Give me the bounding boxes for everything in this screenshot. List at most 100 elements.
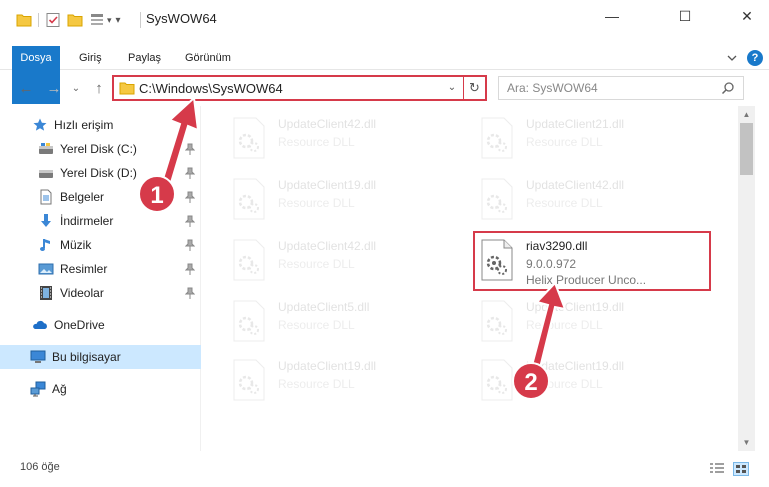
dll-file-icon	[481, 300, 513, 342]
file-item[interactable]: UpdateClient42.dll Resource DLL	[216, 233, 448, 291]
sidebar-item-local-disk-c[interactable]: Yerel Disk (C:)	[0, 137, 201, 161]
file-item[interactable]: UpdateClient42.dll Resource DLL	[464, 172, 696, 230]
sidebar-item-label: Ağ	[52, 382, 67, 396]
sidebar-item-onedrive[interactable]: OneDrive	[0, 313, 201, 337]
file-name: UpdateClient19.dll	[526, 300, 625, 314]
recent-locations-button[interactable]: ⌄	[67, 80, 85, 98]
navigation-pane: Hızlı erişim Yerel Disk (C:) Yerel Disk …	[0, 106, 201, 451]
highlight-box-file	[473, 231, 711, 291]
file-name: UpdateClient42.dll	[526, 178, 625, 192]
network-icon	[30, 381, 46, 397]
dll-file-icon	[481, 117, 513, 159]
properties-icon[interactable]	[45, 12, 61, 28]
sidebar-item-label: Hızlı erişim	[54, 118, 114, 132]
sidebar-item-label: Yerel Disk (D:)	[60, 166, 137, 180]
file-item[interactable]: UpdateClient5.dll Resource DLL	[216, 294, 448, 352]
window-title: SysWOW64	[146, 11, 217, 26]
file-description: Resource DLL	[526, 135, 603, 149]
status-bar: 106 öğe	[0, 458, 769, 487]
file-item[interactable]: UpdateClient21.dll Resource DLL	[464, 111, 696, 169]
onedrive-icon	[33, 320, 47, 329]
file-name: UpdateClient42.dll	[278, 239, 377, 253]
scroll-thumb[interactable]	[740, 123, 753, 175]
qa-customize-icon[interactable]: ▾	[116, 15, 121, 26]
file-description: Resource DLL	[278, 257, 355, 271]
pin-icon[interactable]	[184, 239, 196, 251]
file-item[interactable]: UpdateClient19.dll Resource DLL	[216, 172, 448, 230]
pin-icon[interactable]	[184, 191, 196, 203]
sidebar-item-network[interactable]: Ağ	[0, 377, 201, 401]
sidebar-item-label: Yerel Disk (C:)	[60, 142, 137, 156]
sidebar-item-label: Videolar	[60, 286, 104, 300]
pin-icon[interactable]	[184, 143, 196, 155]
address-dropdown-icon[interactable]: ⌄	[445, 80, 459, 96]
qa-dropdown-icon[interactable]: ▾	[107, 15, 112, 26]
scroll-up-icon[interactable]: ▲	[738, 106, 755, 123]
sidebar-item-quick-access[interactable]: Hızlı erişim	[0, 113, 201, 137]
folder-icon	[119, 82, 135, 95]
sidebar-item-videos[interactable]: Videolar	[0, 281, 201, 305]
pictures-icon	[38, 263, 54, 275]
sidebar-item-this-pc[interactable]: Bu bilgisayar	[0, 345, 201, 369]
step-badge-1: 1	[138, 175, 176, 213]
sidebar-item-label: Bu bilgisayar	[52, 350, 121, 364]
file-name: UpdateClient21.dll	[526, 117, 625, 131]
refresh-button[interactable]: ↻	[463, 77, 485, 99]
tiles-view-icon[interactable]	[733, 462, 749, 476]
vertical-scrollbar[interactable]: ▲ ▼	[738, 106, 755, 451]
pin-icon[interactable]	[184, 215, 196, 227]
pin-icon[interactable]	[184, 167, 196, 179]
videos-icon	[40, 286, 52, 300]
dll-file-icon	[233, 239, 265, 281]
navigation-bar: ← → ⌄ ↑ C:\Windows\SysWOW64 ⌄ ↻	[0, 73, 769, 103]
back-button[interactable]: ←	[17, 80, 35, 98]
dll-file-icon	[233, 359, 265, 401]
search-icon[interactable]	[721, 81, 735, 95]
drive-icon	[39, 143, 53, 154]
file-item[interactable]: UpdateClient19.dll Resource DLL	[464, 353, 696, 411]
sidebar-item-pictures[interactable]: Resimler	[0, 257, 201, 281]
scroll-down-icon[interactable]: ▼	[738, 434, 755, 451]
ribbon-tabs: Dosya Giriş Paylaş Görünüm ?	[0, 46, 769, 104]
close-button[interactable]: ✕	[724, 0, 769, 32]
step-badge-2: 2	[512, 362, 550, 400]
search-input[interactable]	[507, 80, 707, 96]
sidebar-item-label: Resimler	[60, 262, 108, 276]
file-name: UpdateClient19.dll	[278, 178, 377, 192]
customize-view-icon[interactable]	[89, 12, 105, 28]
help-icon[interactable]: ?	[747, 50, 763, 66]
file-description: Resource DLL	[526, 196, 603, 210]
sidebar-item-music[interactable]: Müzik	[0, 233, 201, 257]
maximize-button[interactable]: ☐	[662, 0, 708, 32]
up-button[interactable]: ↑	[90, 80, 108, 98]
file-description: Resource DLL	[278, 196, 355, 210]
forward-button[interactable]: →	[45, 80, 63, 98]
file-item[interactable]: UpdateClient42.dll Resource DLL	[216, 111, 448, 169]
star-icon	[33, 118, 47, 131]
file-name: UpdateClient19.dll	[278, 359, 377, 373]
details-view-icon[interactable]	[709, 462, 725, 476]
new-folder-icon[interactable]	[67, 12, 83, 28]
item-count: 106 öğe	[20, 461, 60, 473]
file-description: Resource DLL	[278, 135, 355, 149]
dll-file-icon	[233, 178, 265, 220]
documents-icon	[40, 189, 52, 205]
pin-icon[interactable]	[184, 287, 196, 299]
expand-ribbon-icon[interactable]	[725, 51, 739, 65]
address-path[interactable]: C:\Windows\SysWOW64	[139, 81, 283, 96]
title-separator	[140, 12, 141, 28]
search-box[interactable]	[498, 76, 744, 100]
file-item[interactable]: UpdateClient19.dll Resource DLL	[464, 294, 696, 352]
title-bar: ▾ ▾ SysWOW64 — ☐ ✕	[0, 0, 769, 38]
tab-paylas[interactable]: Paylaş	[114, 46, 175, 70]
sidebar-item-downloads[interactable]: İndirmeler	[0, 209, 201, 233]
tab-gorunum[interactable]: Görünüm	[171, 46, 245, 70]
address-bar[interactable]: C:\Windows\SysWOW64 ⌄ ↻	[112, 75, 487, 101]
dll-file-icon	[481, 178, 513, 220]
minimize-button[interactable]: —	[589, 0, 635, 32]
pin-icon[interactable]	[184, 263, 196, 275]
file-description: Resource DLL	[278, 318, 355, 332]
tab-giris[interactable]: Giriş	[65, 46, 116, 70]
folder-icon[interactable]	[16, 12, 32, 28]
file-item[interactable]: UpdateClient19.dll Resource DLL	[216, 353, 448, 411]
